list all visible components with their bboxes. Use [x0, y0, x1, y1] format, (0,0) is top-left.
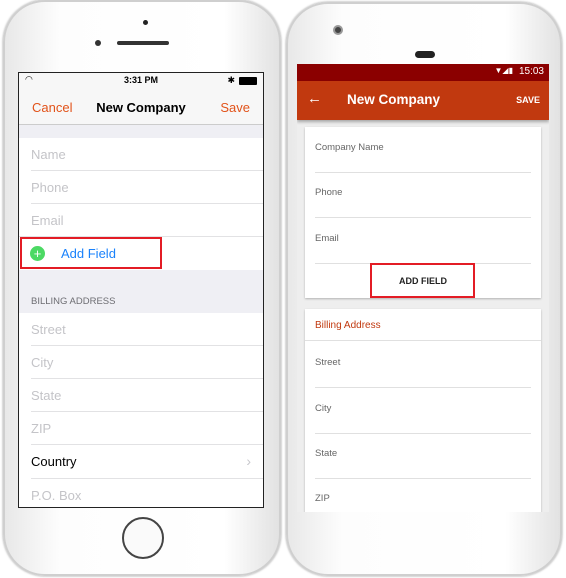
- chevron-right-icon: ›: [246, 453, 251, 469]
- company-name-field[interactable]: Company Name: [315, 137, 531, 173]
- city-field[interactable]: City: [315, 398, 531, 434]
- email-field[interactable]: Email: [315, 228, 531, 264]
- signal-icon: ▼◢▮: [494, 66, 513, 75]
- country-field[interactable]: Country ›: [19, 445, 263, 479]
- phone-field[interactable]: Phone: [315, 182, 531, 218]
- billing-card: Billing Address Street City State ZIP: [305, 309, 541, 512]
- billing-header: Billing Address: [315, 320, 381, 331]
- camera: [333, 25, 343, 35]
- street-field[interactable]: Street: [315, 352, 531, 388]
- divider: [305, 340, 541, 341]
- state-field[interactable]: State: [19, 379, 263, 412]
- save-button[interactable]: Save: [220, 100, 250, 115]
- camera: [95, 40, 101, 46]
- nav-bar: Cancel New Company Save: [19, 89, 263, 125]
- email-field[interactable]: Email: [19, 204, 263, 237]
- status-time: 15:03: [518, 66, 544, 77]
- home-button[interactable]: [122, 517, 164, 559]
- speaker: [117, 41, 169, 45]
- status-time: 3:31 PM: [123, 75, 158, 85]
- zip-field[interactable]: ZIP: [19, 412, 263, 445]
- page-title: New Company: [347, 92, 441, 107]
- back-arrow-icon[interactable]: ←: [307, 90, 322, 107]
- highlight-box: [20, 237, 162, 269]
- speaker: [415, 51, 435, 58]
- name-field[interactable]: Name: [19, 138, 263, 171]
- zip-field[interactable]: ZIP: [315, 488, 531, 512]
- toolbar: ← New Company SAVE: [297, 81, 549, 120]
- billing-header: BILLING ADDRESS: [31, 296, 116, 307]
- status-bar: ◠ 3:31 PM ✱: [19, 73, 263, 89]
- android-screen: ▼◢▮ 15:03 ← New Company SAVE Company Nam…: [297, 64, 549, 512]
- status-bar: ▼◢▮ 15:03: [297, 64, 549, 81]
- battery-icon: [239, 77, 257, 85]
- ios-screen: ◠ 3:31 PM ✱ Cancel New Company Save Name…: [18, 72, 264, 508]
- state-field[interactable]: State: [315, 443, 531, 479]
- po-box-field[interactable]: P.O. Box: [19, 479, 263, 507]
- city-field[interactable]: City: [19, 346, 263, 379]
- highlight-box: [370, 263, 475, 298]
- sensor: [143, 20, 148, 25]
- bluetooth-icon: ✱: [227, 75, 235, 85]
- save-button[interactable]: SAVE: [516, 95, 540, 105]
- phone-field[interactable]: Phone: [19, 171, 263, 204]
- street-field[interactable]: Street: [19, 313, 263, 346]
